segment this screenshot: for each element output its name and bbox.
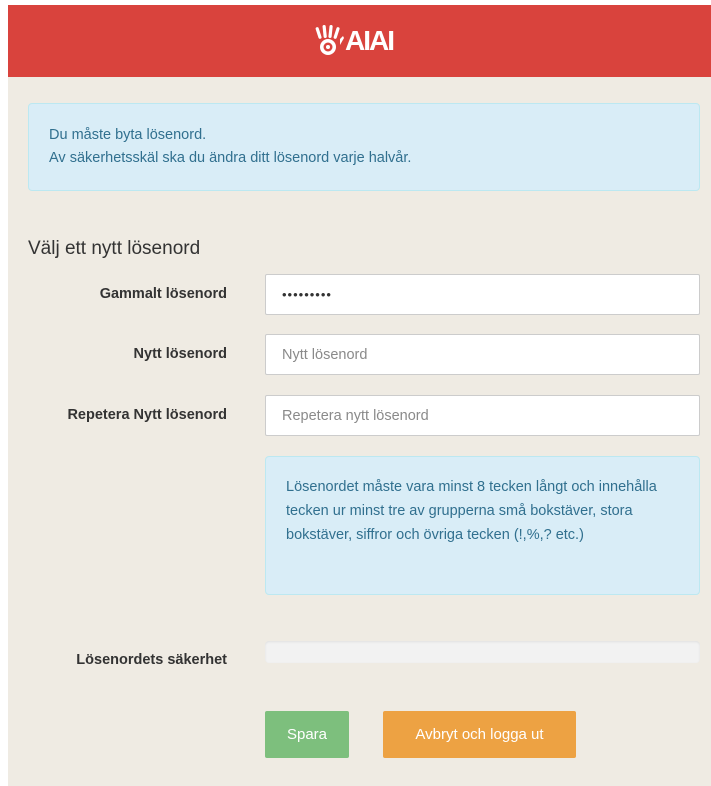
cancel-logout-button[interactable]: Avbryt och logga ut	[383, 711, 576, 758]
password-expired-alert: Du måste byta lösenord. Av säkerhetsskäl…	[28, 103, 700, 191]
brand-logo: AIAI	[314, 25, 434, 57]
repeat-password-label: Repetera Nytt lösenord	[67, 407, 227, 423]
old-password-input[interactable]	[265, 274, 700, 315]
login-panel: AIAI Du måste byta lösenord. Av säkerhet…	[8, 5, 711, 786]
page: AIAI Du måste byta lösenord. Av säkerhet…	[0, 0, 711, 786]
form-title: Välj ett nytt lösenord	[28, 238, 201, 259]
save-button[interactable]: Spara	[265, 711, 349, 758]
brand-logo-text: AIAI	[345, 25, 395, 56]
password-strength-label: Lösenordets säkerhet	[76, 652, 227, 668]
new-password-label: Nytt lösenord	[133, 346, 227, 362]
repeat-password-input[interactable]	[265, 395, 700, 436]
password-requirements-hint: Lösenordet måste vara minst 8 tecken lån…	[265, 456, 700, 595]
old-password-label: Gammalt lösenord	[99, 286, 227, 302]
header-bar: AIAI	[8, 5, 711, 77]
alert-line-2: Av säkerhetsskäl ska du ändra ditt lösen…	[49, 150, 412, 166]
password-strength-meter	[265, 641, 700, 663]
alert-line-1: Du måste byta lösenord.	[49, 127, 207, 143]
hand-eye-logo-icon	[315, 25, 344, 55]
new-password-input[interactable]	[265, 334, 700, 375]
